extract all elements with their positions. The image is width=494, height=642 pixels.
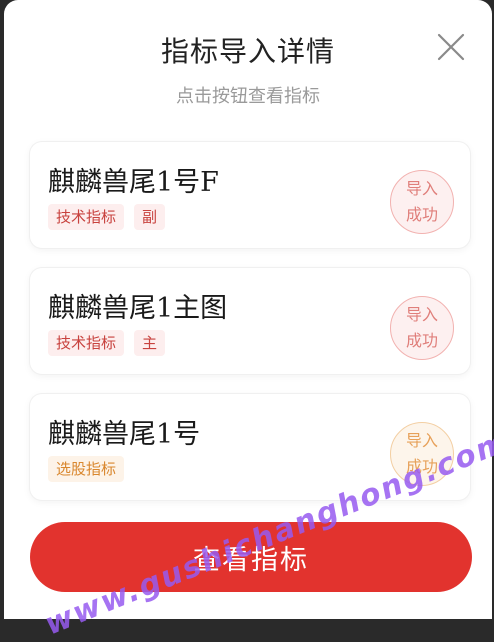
- view-indicators-button[interactable]: 查看指标: [30, 522, 472, 592]
- status-badge: 导入 成功: [390, 170, 454, 234]
- tag-position: 副: [134, 204, 166, 230]
- status-line2: 成功: [405, 331, 438, 350]
- indicator-card-1: 麒麟兽尾1号F 技术指标 副 导入 成功: [30, 142, 470, 248]
- status-line1: 导入: [405, 305, 438, 324]
- indicator-name: 麒麟兽尾1号: [48, 419, 201, 450]
- indicator-card-2: 麒麟兽尾1主图 技术指标 主 导入 成功: [30, 268, 470, 374]
- tag-type: 技术指标: [48, 204, 125, 230]
- import-details-dialog: 指标导入详情 点击按钮查看指标 麒麟兽尾1号F 技术指标 副 导入 成功 麒麟兽…: [4, 0, 492, 619]
- tag-position: 主: [134, 330, 166, 356]
- status-badge: 导入 成功: [390, 422, 454, 486]
- tag-type: 选股指标: [48, 456, 125, 482]
- dialog-title: 指标导入详情: [160, 35, 335, 68]
- indicator-card-3: 麒麟兽尾1号 选股指标 导入 成功: [30, 394, 470, 500]
- tag-list: 技术指标 主: [48, 330, 166, 356]
- indicator-name: 麒麟兽尾1主图: [48, 293, 228, 324]
- tag-type: 技术指标: [48, 330, 125, 356]
- status-line1: 导入: [405, 431, 438, 450]
- tag-list: 选股指标: [48, 456, 125, 482]
- status-line2: 成功: [405, 457, 438, 476]
- dialog-subtitle: 点击按钮查看指标: [176, 86, 320, 107]
- status-badge: 导入 成功: [390, 296, 454, 360]
- tag-list: 技术指标 副: [48, 204, 166, 230]
- close-icon[interactable]: [434, 30, 468, 64]
- status-line1: 导入: [405, 179, 438, 198]
- indicator-name: 麒麟兽尾1号F: [48, 167, 219, 198]
- status-line2: 成功: [405, 205, 438, 224]
